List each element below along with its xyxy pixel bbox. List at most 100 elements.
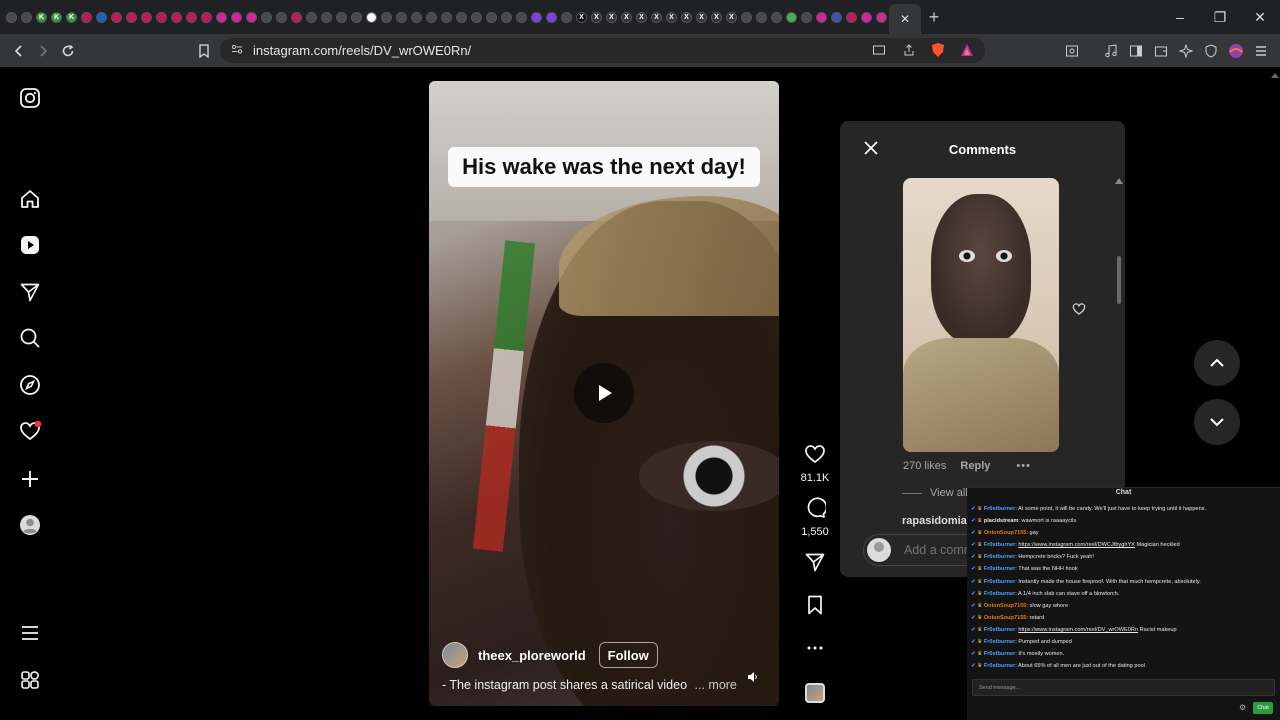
site-info-icon[interactable]: [231, 42, 243, 60]
browser-tab[interactable]: [784, 4, 799, 30]
browser-tab[interactable]: [289, 4, 304, 30]
active-browser-tab[interactable]: ✕: [889, 4, 921, 34]
save-action[interactable]: [803, 594, 827, 621]
browser-tab[interactable]: [514, 4, 529, 30]
instagram-logo-icon[interactable]: [19, 87, 41, 109]
browser-tab[interactable]: [484, 4, 499, 30]
follow-button[interactable]: Follow: [598, 642, 658, 668]
tab-search-icon[interactable]: [1060, 39, 1084, 63]
forward-icon[interactable]: [31, 39, 55, 63]
browser-tab[interactable]: [394, 4, 409, 30]
audio-toggle-icon[interactable]: [747, 671, 763, 687]
explore-icon[interactable]: [19, 374, 41, 396]
browser-tab[interactable]: [304, 4, 319, 30]
chat-settings-icon[interactable]: ⚙: [1239, 703, 1246, 712]
chat-username[interactable]: OnionSoup7155: [984, 530, 1027, 536]
browser-tab[interactable]: [79, 4, 94, 30]
leo-ai-icon[interactable]: [1174, 39, 1198, 63]
browser-tab[interactable]: [259, 4, 274, 30]
browser-tab[interactable]: X: [694, 4, 709, 30]
browser-tab[interactable]: [19, 4, 34, 30]
browser-tab[interactable]: [199, 4, 214, 30]
play-button[interactable]: [574, 363, 634, 423]
cast-icon[interactable]: [872, 43, 886, 62]
new-tab-button[interactable]: +: [921, 7, 947, 28]
more-link[interactable]: ... more: [695, 678, 737, 692]
previous-reel-button[interactable]: [1194, 340, 1240, 386]
browser-tab[interactable]: [109, 4, 124, 30]
browser-tab[interactable]: X: [604, 4, 619, 30]
browser-tab[interactable]: X: [724, 4, 739, 30]
more-menu-icon[interactable]: [19, 622, 41, 644]
browser-tab[interactable]: [154, 4, 169, 30]
chat-username[interactable]: Fr0stburner: [984, 566, 1015, 572]
browser-tab[interactable]: [409, 4, 424, 30]
back-icon[interactable]: [7, 39, 31, 63]
browser-tab[interactable]: [349, 4, 364, 30]
sidebar-icon[interactable]: [1124, 39, 1148, 63]
comment-action[interactable]: 1,550: [801, 497, 829, 538]
next-comment-username[interactable]: rapasidomia...: [902, 515, 976, 527]
profile-icon[interactable]: [1224, 39, 1248, 63]
browser-tab[interactable]: [469, 4, 484, 30]
browser-tab[interactable]: K: [34, 4, 49, 30]
browser-tab[interactable]: [4, 4, 19, 30]
home-icon[interactable]: [19, 188, 41, 210]
chat-username[interactable]: Fr0stburner: [984, 663, 1015, 669]
more-options-action[interactable]: [803, 637, 827, 664]
chat-username[interactable]: Fr0stburner: [984, 579, 1015, 585]
chat-username[interactable]: Fr0stburner: [984, 627, 1015, 633]
chat-username[interactable]: Fr0stburner: [984, 542, 1015, 548]
browser-tab[interactable]: [424, 4, 439, 30]
browser-tab[interactable]: [94, 4, 109, 30]
browser-tab[interactable]: [364, 4, 379, 30]
comment-image[interactable]: [903, 178, 1059, 452]
brave-rewards-icon[interactable]: [960, 43, 974, 62]
author-avatar[interactable]: [442, 642, 468, 668]
messages-icon[interactable]: [19, 281, 41, 303]
notifications-heart-icon[interactable]: [19, 420, 42, 442]
browser-tab[interactable]: X: [679, 4, 694, 30]
scroll-up-arrow[interactable]: [1115, 178, 1123, 184]
chat-username[interactable]: Fr0stburner: [984, 591, 1015, 597]
browser-tab[interactable]: [739, 4, 754, 30]
browser-tab[interactable]: [229, 4, 244, 30]
like-action[interactable]: 81.1K: [801, 443, 829, 484]
reply-button[interactable]: Reply: [960, 460, 990, 472]
author-username[interactable]: theex_ploreworld: [478, 648, 586, 663]
chat-username[interactable]: OnionSoup7155: [984, 603, 1027, 609]
browser-tab[interactable]: [844, 4, 859, 30]
browser-tab[interactable]: [814, 4, 829, 30]
browser-tab[interactable]: X: [664, 4, 679, 30]
comment-like-heart-icon[interactable]: [1072, 302, 1086, 316]
more-dots-icon[interactable]: [804, 637, 826, 659]
chat-username[interactable]: Fr0stburner: [984, 506, 1015, 512]
chat-username[interactable]: Fr0stburner: [984, 651, 1015, 657]
browser-tab[interactable]: X: [589, 4, 604, 30]
browser-tab[interactable]: [559, 4, 574, 30]
minimize-button[interactable]: –: [1160, 0, 1200, 34]
chat-send-button[interactable]: Chat: [1253, 702, 1273, 714]
browser-tab[interactable]: [139, 4, 154, 30]
browser-tab[interactable]: [829, 4, 844, 30]
chat-link[interactable]: https://www.instagram.com/reel/DV_wrOWE0…: [1018, 627, 1138, 633]
chat-input[interactable]: Send message...: [972, 679, 1275, 696]
browser-tab[interactable]: X: [709, 4, 724, 30]
search-icon[interactable]: [19, 327, 41, 349]
comment-likes[interactable]: 270 likes: [903, 460, 946, 472]
browser-tab[interactable]: [499, 4, 514, 30]
browser-tab[interactable]: [859, 4, 874, 30]
browser-tab[interactable]: [439, 4, 454, 30]
media-icon[interactable]: [1099, 39, 1123, 63]
next-reel-button[interactable]: [1194, 399, 1240, 445]
browser-tab[interactable]: [274, 4, 289, 30]
reels-icon[interactable]: [19, 234, 41, 256]
comment-options-icon[interactable]: •••: [1016, 460, 1031, 472]
chat-username[interactable]: Fr0stburner: [984, 554, 1015, 560]
menu-icon[interactable]: [1249, 39, 1273, 63]
wallet-icon[interactable]: [1149, 39, 1173, 63]
browser-tab[interactable]: X: [634, 4, 649, 30]
browser-tab[interactable]: [529, 4, 544, 30]
brave-shield-icon[interactable]: [931, 42, 945, 63]
browser-tab[interactable]: X: [574, 4, 589, 30]
